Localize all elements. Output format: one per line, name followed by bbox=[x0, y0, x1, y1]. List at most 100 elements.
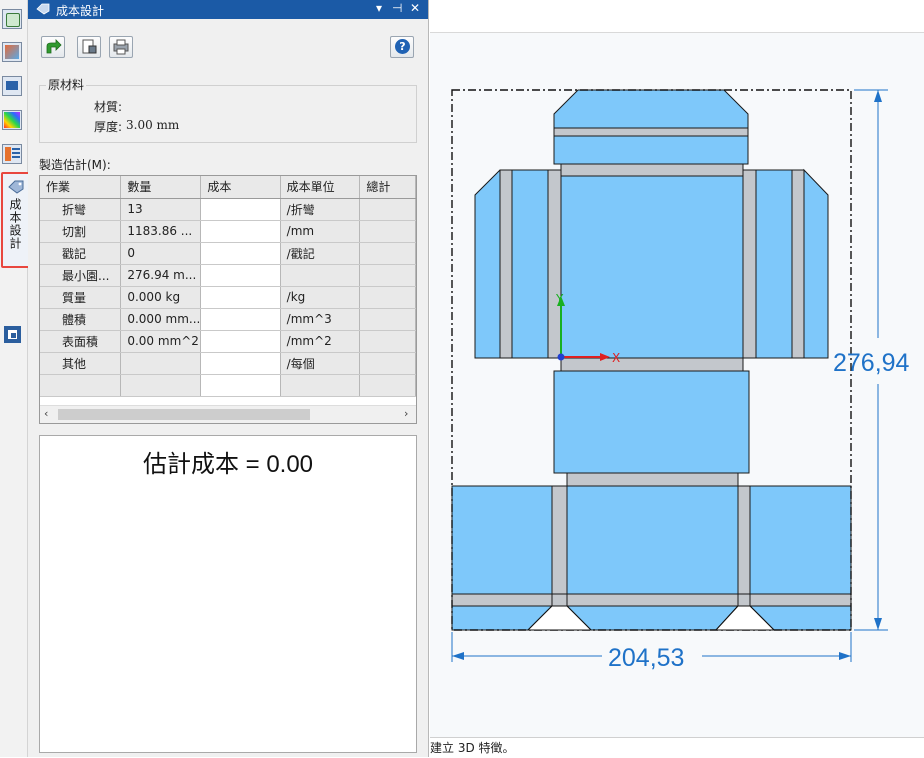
help-icon: ? bbox=[395, 39, 410, 54]
bottom-center-flange[interactable] bbox=[565, 605, 740, 631]
table-cell bbox=[280, 374, 361, 397]
property-manager-icon[interactable] bbox=[2, 42, 22, 62]
table-cell bbox=[359, 198, 416, 221]
cost-design-tab-label: 成本設計 bbox=[8, 198, 22, 250]
table-cell: /mm^3 bbox=[280, 308, 361, 331]
cost-input-cell[interactable] bbox=[200, 330, 281, 353]
table-cell: 0.000 mm... bbox=[120, 308, 202, 331]
right-outer-flange[interactable] bbox=[803, 168, 829, 359]
cost-input-cell[interactable] bbox=[200, 308, 281, 331]
table-cell: 折彎 bbox=[40, 198, 122, 221]
scrollbar-thumb[interactable] bbox=[58, 409, 310, 420]
custom-properties-icon[interactable] bbox=[2, 144, 22, 164]
column-header[interactable]: 成本單位 bbox=[280, 176, 361, 199]
bottom-right-panel[interactable] bbox=[749, 485, 852, 595]
left-inner-flange[interactable] bbox=[511, 169, 549, 359]
table-cell: 表面積 bbox=[40, 330, 122, 353]
table-cell bbox=[120, 352, 202, 375]
table-row[interactable]: 表面積 0.00 mm^2/mm^2 bbox=[40, 330, 416, 353]
table-cell bbox=[359, 308, 416, 331]
feature-manager-icon[interactable] bbox=[2, 9, 22, 29]
table-cell bbox=[359, 242, 416, 265]
table-cell bbox=[359, 374, 416, 397]
pin-icon[interactable]: ⊣ bbox=[392, 1, 402, 15]
bottom-center-panel[interactable] bbox=[566, 485, 739, 595]
appearance-icon[interactable] bbox=[2, 110, 22, 130]
top-flange[interactable] bbox=[553, 89, 749, 129]
table-cell bbox=[359, 264, 416, 287]
cost-input-cell[interactable] bbox=[200, 374, 281, 397]
axis-x-label: X bbox=[612, 351, 620, 365]
help-button[interactable]: ? bbox=[390, 36, 414, 58]
cost-design-tab[interactable]: 成本設計 bbox=[1, 172, 30, 268]
cost-input-cell[interactable] bbox=[200, 220, 281, 243]
cost-input-cell[interactable] bbox=[200, 264, 281, 287]
cost-design-icon bbox=[8, 180, 24, 194]
table-row[interactable]: 體積 0.000 mm... /mm^3 bbox=[40, 308, 416, 331]
table-row[interactable]: 其他/每個 bbox=[40, 352, 416, 375]
flat-pattern-drawing[interactable]: Y X 276,94 204,53 bbox=[430, 0, 924, 737]
table-row[interactable] bbox=[40, 374, 416, 397]
column-header[interactable]: 總計 bbox=[359, 176, 416, 199]
table-cell: /mm bbox=[280, 220, 361, 243]
manufacturing-estimate-label: 製造估計(M): bbox=[39, 158, 111, 172]
save-report-button[interactable] bbox=[77, 36, 101, 58]
panel-title-bar: 成本設計 ▾ ⊣ ✕ bbox=[28, 0, 428, 19]
table-row[interactable]: 質量 0.000 kg/kg bbox=[40, 286, 416, 309]
manufacturing-estimate-table[interactable]: 作業 數量 成本 成本單位 總計 折彎 13/折彎 切割 1183.86 ... /mm… bbox=[39, 175, 417, 424]
thickness-label: 厚度: bbox=[94, 120, 123, 134]
table-cell: 0.000 kg bbox=[120, 286, 202, 309]
table-row[interactable]: 切割 1183.86 ... /mm bbox=[40, 220, 416, 243]
cost-input-cell[interactable] bbox=[200, 198, 281, 221]
table-cell: 戳記 bbox=[40, 242, 122, 265]
table-row[interactable]: 戳記 0/戳記 bbox=[40, 242, 416, 265]
material-label: 材質: bbox=[94, 100, 123, 114]
lower-panel[interactable] bbox=[553, 370, 750, 474]
table-row[interactable]: 折彎 13/折彎 bbox=[40, 198, 416, 221]
status-text: 建立 3D 特徵。 bbox=[430, 741, 515, 755]
close-icon[interactable]: ✕ bbox=[410, 1, 420, 15]
graphics-viewport[interactable]: Y X 276,94 204,53 bbox=[430, 0, 924, 737]
table-cell bbox=[359, 352, 416, 375]
table-cell: 切割 bbox=[40, 220, 122, 243]
display-manager-icon[interactable] bbox=[2, 76, 22, 96]
apply-button[interactable] bbox=[41, 36, 65, 58]
table-cell bbox=[359, 286, 416, 309]
table-cell bbox=[280, 264, 361, 287]
table-header-row: 作業 數量 成本 成本單位 總計 bbox=[40, 176, 416, 199]
table-cell: /折彎 bbox=[280, 198, 361, 221]
estimated-cost-text: 估計成本 = 0.00 bbox=[142, 451, 314, 478]
width-dimension-value[interactable]: 204,53 bbox=[608, 644, 684, 672]
dimxpert-icon[interactable] bbox=[4, 326, 21, 343]
table-cell: /戳記 bbox=[280, 242, 361, 265]
horizontal-scrollbar[interactable]: ‹ › bbox=[40, 405, 416, 423]
cost-design-icon bbox=[36, 3, 50, 15]
column-header[interactable]: 作業 bbox=[40, 176, 122, 199]
table-cell bbox=[359, 220, 416, 243]
scroll-left-icon[interactable]: ‹ bbox=[44, 407, 48, 420]
table-cell: 13 bbox=[120, 198, 202, 221]
table-cell: 0.00 mm^2 bbox=[120, 330, 202, 353]
table-cell: 體積 bbox=[40, 308, 122, 331]
cost-input-cell[interactable] bbox=[200, 352, 281, 375]
table-row[interactable]: 最小園... 276.94 m... bbox=[40, 264, 416, 287]
column-header[interactable]: 數量 bbox=[120, 176, 202, 199]
right-inner-flange[interactable] bbox=[755, 169, 793, 359]
estimate-grid: 作業 數量 成本 成本單位 總計 折彎 13/折彎 切割 1183.86 ... /mm… bbox=[40, 176, 416, 397]
print-report-button[interactable] bbox=[109, 36, 133, 58]
cost-input-cell[interactable] bbox=[200, 286, 281, 309]
collapse-icon[interactable]: ▾ bbox=[376, 1, 382, 15]
estimated-cost-box: 估計成本 = 0.00 bbox=[39, 435, 417, 753]
bottom-left-panel[interactable] bbox=[451, 485, 553, 595]
table-cell: /kg bbox=[280, 286, 361, 309]
column-header[interactable]: 成本 bbox=[200, 176, 281, 199]
scroll-right-icon[interactable]: › bbox=[404, 407, 408, 420]
top-panel[interactable] bbox=[553, 135, 749, 165]
cost-input-cell[interactable] bbox=[200, 242, 281, 265]
table-cell: 0 bbox=[120, 242, 202, 265]
thickness-value: 3.00 mm bbox=[126, 118, 180, 132]
axis-y-label: Y bbox=[555, 292, 564, 306]
center-panel[interactable] bbox=[560, 175, 744, 359]
table-cell: 質量 bbox=[40, 286, 122, 309]
height-dimension-value[interactable]: 276,94 bbox=[833, 349, 910, 377]
